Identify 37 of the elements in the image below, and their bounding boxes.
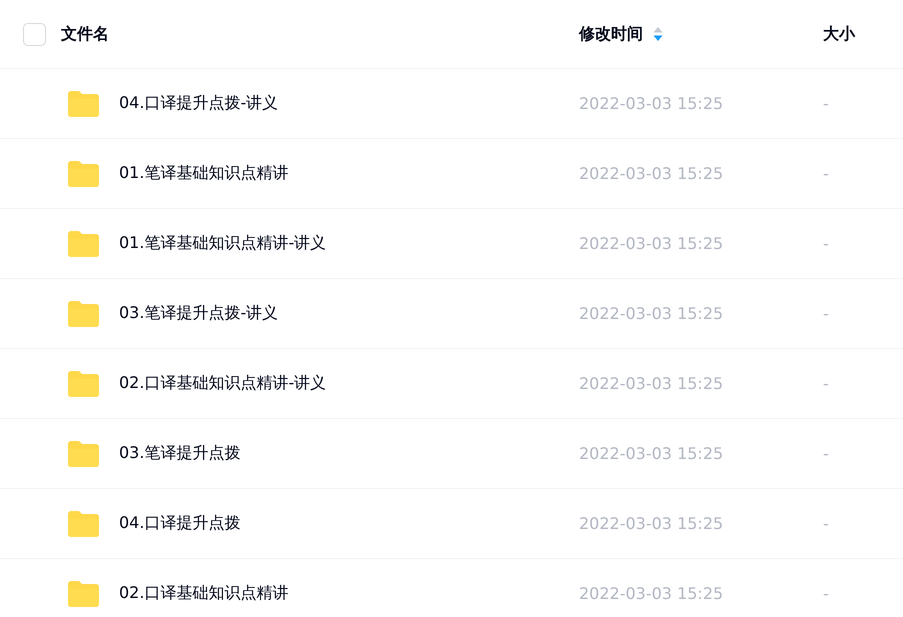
folder-icon xyxy=(68,440,99,466)
file-name[interactable]: 01.笔译基础知识点精讲-讲义 xyxy=(119,233,326,254)
column-header[interactable]: 修改时间 xyxy=(579,24,643,44)
folder-icon xyxy=(68,300,99,326)
file-name[interactable]: 03.笔译提升点拨-讲义 xyxy=(119,303,278,324)
file-name[interactable]: 04.口译提升点拨 xyxy=(119,513,240,534)
file-name[interactable]: 01.笔译基础知识点精讲 xyxy=(119,163,288,184)
folder-icon xyxy=(68,160,99,186)
file-name[interactable]: 02.口译基础知识点精讲 xyxy=(119,583,288,604)
modified-time: 2022-03-03 15:25 xyxy=(579,94,724,113)
column-header[interactable]: 文件名 xyxy=(61,24,109,44)
folder-icon xyxy=(68,90,99,116)
file-name[interactable]: 04.口译提升点拨-讲义 xyxy=(119,93,278,114)
modified-time: 2022-03-03 15:25 xyxy=(579,584,724,603)
modified-time: 2022-03-03 15:25 xyxy=(579,164,724,183)
column-header[interactable]: 大小 xyxy=(823,24,855,44)
modified-time: 2022-03-03 15:25 xyxy=(579,444,724,463)
folder-icon xyxy=(68,230,99,256)
modified-time: 2022-03-03 15:25 xyxy=(579,374,724,393)
folder-icon xyxy=(68,580,99,606)
folder-icon xyxy=(68,510,99,536)
folder-icon xyxy=(68,370,99,396)
file-size: - xyxy=(823,234,829,253)
modified-time: 2022-03-03 15:25 xyxy=(579,304,724,323)
file-size: - xyxy=(823,94,829,113)
modified-time: 2022-03-03 15:25 xyxy=(579,514,724,533)
file-size: - xyxy=(823,514,829,533)
file-name[interactable]: 03.笔译提升点拨 xyxy=(119,443,240,464)
file-size: - xyxy=(823,444,829,463)
modified-time: 2022-03-03 15:25 xyxy=(579,234,724,253)
sort-icon[interactable] xyxy=(653,26,663,42)
file-name[interactable]: 02.口译基础知识点精讲-讲义 xyxy=(119,373,326,394)
file-size: - xyxy=(823,164,829,183)
file-size: - xyxy=(823,374,829,393)
file-size: - xyxy=(823,584,829,603)
select-all-checkbox[interactable] xyxy=(23,22,46,46)
file-size: - xyxy=(823,304,829,323)
